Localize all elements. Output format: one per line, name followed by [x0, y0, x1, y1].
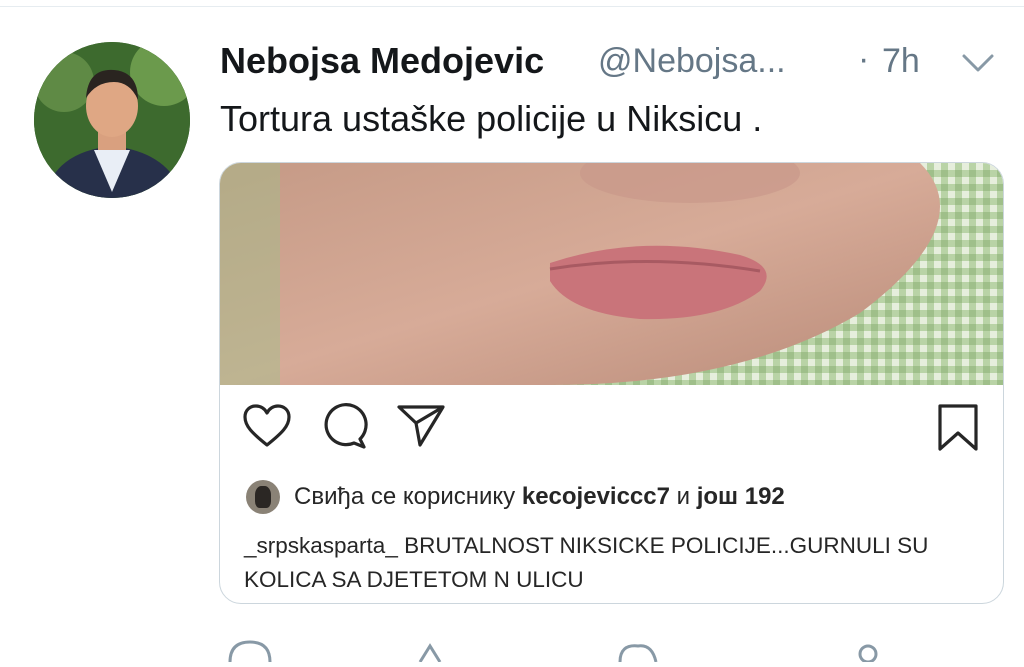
embedded-photo[interactable]: [220, 163, 1003, 385]
separator-dot: ·: [858, 40, 870, 78]
avatar[interactable]: [34, 42, 190, 198]
heart-icon[interactable]: [242, 403, 292, 449]
bookmark-icon[interactable]: [936, 403, 980, 453]
author-handle[interactable]: @Nebojsa...: [598, 42, 786, 81]
likes-prefix: Свиђа се кориснику: [294, 483, 522, 510]
caption-user[interactable]: _srpskasparta_: [244, 533, 398, 558]
embedded-image-card[interactable]: Свиђа се кориснику kecojeviccc7 и још 19…: [219, 162, 1004, 604]
share-icon[interactable]: [396, 403, 446, 449]
comment-icon[interactable]: [320, 403, 368, 451]
likes-user[interactable]: kecojeviccc7: [522, 483, 670, 510]
tweet-timestamp[interactable]: 7h: [882, 42, 920, 81]
post-caption: _srpskasparta_ BRUTALNOST NIKSICKE POLIC…: [244, 529, 984, 597]
author-name[interactable]: Nebojsa Medojevic: [220, 40, 544, 82]
liker-avatar[interactable]: [246, 480, 280, 514]
likes-row: Свиђа се кориснику kecojeviccc7 и још 19…: [246, 477, 785, 517]
tweet-action-bar: [220, 632, 1020, 664]
tweet-text: Tortura ustaške policije u Niksicu .: [220, 98, 763, 139]
chevron-down-icon[interactable]: [958, 50, 998, 76]
likes-count[interactable]: још 192: [697, 483, 785, 510]
likes-joiner: и: [669, 483, 697, 510]
top-divider: [0, 6, 1024, 7]
likes-text[interactable]: Свиђа се кориснику kecojeviccc7 и још 19…: [294, 483, 785, 511]
